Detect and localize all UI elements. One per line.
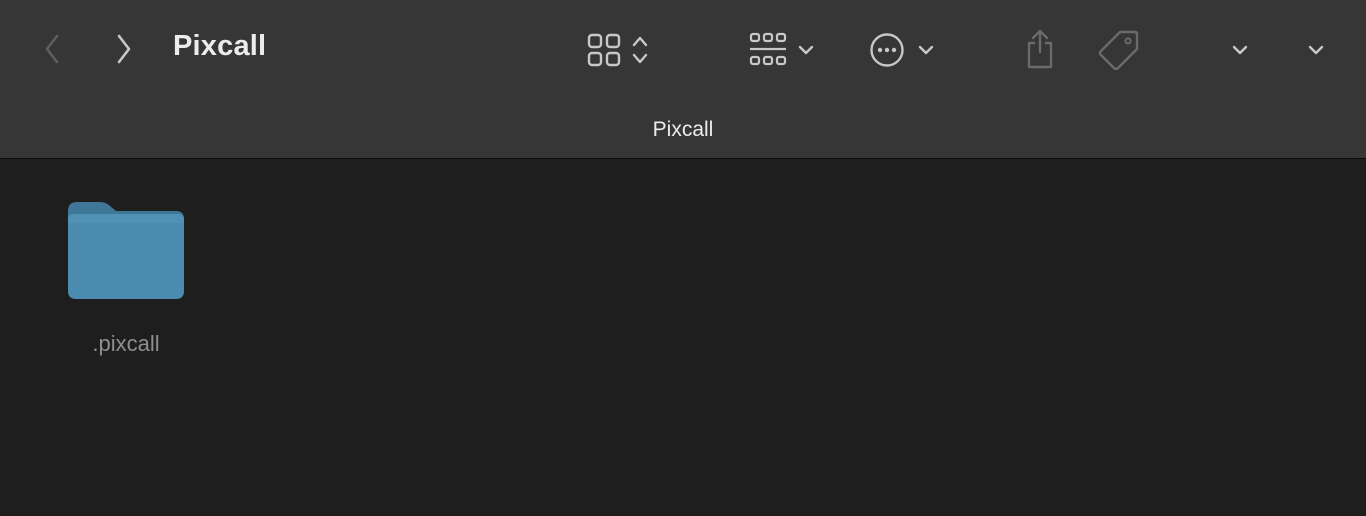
tag-icon	[1098, 28, 1140, 70]
toolbar: Pixcall	[0, 0, 1366, 100]
chevron-down-icon	[797, 44, 815, 56]
chevron-right-icon	[116, 34, 132, 64]
chevron-down-icon	[1231, 44, 1249, 56]
path-title: Pixcall	[652, 118, 714, 141]
chevron-down-icon	[917, 44, 935, 56]
forward-button[interactable]	[108, 30, 140, 68]
chevron-left-icon	[44, 34, 60, 64]
chevron-updown-icon	[631, 35, 649, 65]
chevron-down-icon	[1307, 44, 1325, 56]
share-icon	[1024, 28, 1056, 70]
finder-window: Pixcall Pixcall .pixcall	[0, 0, 1366, 516]
group-by-icon	[749, 32, 787, 68]
ellipsis-circle-icon	[869, 32, 905, 68]
view-mode-button[interactable]	[578, 28, 658, 72]
back-button[interactable]	[36, 30, 68, 68]
toolbar-more-button[interactable]	[1298, 36, 1334, 64]
window-title: Pixcall	[173, 30, 267, 62]
group-by-button[interactable]	[742, 28, 822, 72]
folder-icon	[66, 199, 186, 306]
file-browser-content[interactable]: .pixcall	[0, 159, 1366, 516]
file-name: .pixcall	[92, 331, 160, 356]
action-menu-button[interactable]	[862, 28, 942, 72]
share-button[interactable]	[1020, 26, 1060, 72]
grid-view-icon	[587, 33, 621, 67]
file-item-folder[interactable]: .pixcall	[55, 194, 197, 364]
path-bar: Pixcall	[0, 100, 1366, 159]
tag-button[interactable]	[1096, 26, 1142, 72]
toolbar-overflow-button[interactable]	[1222, 36, 1258, 64]
